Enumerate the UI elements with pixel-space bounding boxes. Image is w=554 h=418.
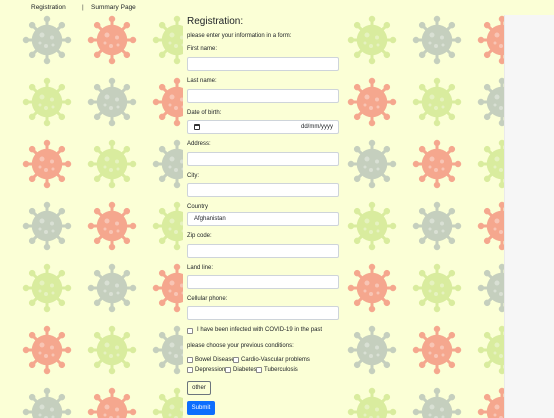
- calendar-icon[interactable]: [194, 124, 200, 130]
- country-label: Country: [187, 204, 209, 210]
- virus-illustration: [347, 263, 397, 313]
- city-input[interactable]: [187, 183, 339, 197]
- bowel-disease-checkbox[interactable]: [187, 357, 193, 363]
- virus-illustration: [87, 201, 137, 251]
- form-instructions: please enter your information in a form:: [187, 33, 292, 39]
- virus-illustration: [412, 201, 462, 251]
- cellular-input[interactable]: [187, 306, 339, 320]
- submit-button[interactable]: Submit: [187, 401, 215, 415]
- depression-checkbox[interactable]: [187, 367, 193, 373]
- virus-illustration: [22, 201, 72, 251]
- virus-illustration: [412, 15, 462, 65]
- virus-illustration: [87, 387, 137, 418]
- virus-illustration: [347, 387, 397, 418]
- virus-illustration: [347, 325, 397, 375]
- virus-illustration: [477, 263, 504, 313]
- virus-illustration: [477, 77, 504, 127]
- tuberculosis-checkbox[interactable]: [256, 367, 262, 373]
- dob-input[interactable]: dd/mm/yyyy: [187, 120, 339, 134]
- landline-input[interactable]: [187, 275, 339, 289]
- landline-label: Land line:: [187, 265, 214, 271]
- virus-illustration: [347, 139, 397, 189]
- conditions-label: please choose your previous conditions:: [187, 343, 294, 349]
- cardio-label: Cardio-Vascular problems: [241, 357, 310, 363]
- diabetes-checkbox[interactable]: [225, 367, 231, 373]
- first-name-input[interactable]: [187, 57, 339, 71]
- nav-registration-link[interactable]: Registration: [31, 0, 66, 15]
- virus-illustration: [22, 325, 72, 375]
- dob-label: Date of birth:: [187, 110, 222, 116]
- virus-illustration: [477, 325, 504, 375]
- virus-illustration: [347, 15, 397, 65]
- covid-label: I have been infected with COVID-19 in th…: [197, 327, 323, 333]
- top-nav: Registration | Summary Page: [0, 0, 554, 15]
- virus-illustration: [412, 263, 462, 313]
- virus-illustration: [347, 77, 397, 127]
- virus-illustration: [87, 139, 137, 189]
- zip-label: Zip code:: [187, 233, 212, 239]
- country-value: Afghanistan: [194, 216, 226, 222]
- page-margin: [504, 15, 554, 418]
- virus-illustration: [22, 77, 72, 127]
- cellular-label: Cellular phone:: [187, 296, 228, 302]
- other-button[interactable]: other: [187, 381, 211, 395]
- virus-illustration: [22, 15, 72, 65]
- virus-illustration: [87, 325, 137, 375]
- covid-checkbox[interactable]: [187, 328, 193, 334]
- virus-illustration: [22, 387, 72, 418]
- virus-illustration: [87, 263, 137, 313]
- address-input[interactable]: [187, 152, 339, 166]
- nav-summary-link[interactable]: Summary Page: [91, 0, 136, 15]
- diabetes-label: Diabetes: [233, 367, 257, 373]
- virus-illustration: [477, 387, 504, 418]
- virus-illustration: [412, 387, 462, 418]
- first-name-label: First name:: [187, 46, 218, 52]
- virus-illustration: [477, 139, 504, 189]
- virus-illustration: [87, 77, 137, 127]
- virus-illustration: [477, 201, 504, 251]
- cardio-checkbox[interactable]: [233, 357, 239, 363]
- tuberculosis-label: Tuberculosis: [264, 367, 298, 373]
- virus-illustration: [22, 139, 72, 189]
- bowel-disease-label: Bowel Disease: [195, 357, 235, 363]
- page-divider: [504, 0, 505, 418]
- country-select[interactable]: Afghanistan: [187, 212, 339, 226]
- last-name-input[interactable]: [187, 89, 339, 103]
- virus-illustration: [87, 15, 137, 65]
- zip-input[interactable]: [187, 244, 339, 258]
- virus-illustration: [412, 139, 462, 189]
- virus-illustration: [412, 325, 462, 375]
- virus-illustration: [477, 15, 504, 65]
- virus-illustration: [347, 201, 397, 251]
- depression-label: Depression: [195, 367, 226, 373]
- page-title: Registration:: [187, 16, 244, 27]
- virus-illustration: [412, 77, 462, 127]
- city-label: City:: [187, 173, 199, 179]
- address-label: Address:: [187, 141, 211, 147]
- virus-illustration: [22, 263, 72, 313]
- nav-separator: |: [82, 4, 84, 11]
- dob-placeholder: dd/mm/yyyy: [300, 124, 333, 130]
- last-name-label: Last name:: [187, 78, 217, 84]
